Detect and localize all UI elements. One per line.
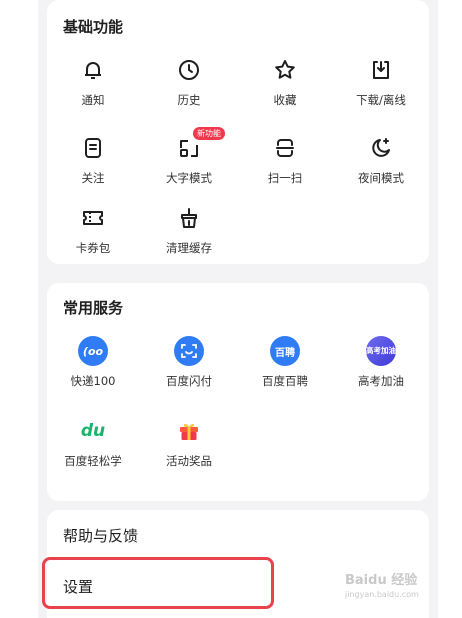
baidu-pay-icon <box>167 333 211 369</box>
follow-label: 关注 <box>81 171 105 185</box>
baidu-pay-item[interactable]: 百度闪付 <box>143 333 235 389</box>
baidu-baipin-icon: 百聘 <box>263 333 307 369</box>
notification-item[interactable]: 通知 <box>47 52 139 108</box>
bell-icon <box>71 52 115 88</box>
common-services-title: 常用服务 <box>63 299 124 317</box>
scan-item[interactable]: 扫一扫 <box>239 130 331 186</box>
gaokao-label: 高考加油 <box>358 374 404 388</box>
clock-icon <box>167 52 211 88</box>
new-feature-badge: 新功能 <box>193 127 225 140</box>
baidu-baipin-item[interactable]: 百聘 百度百聘 <box>239 333 331 389</box>
night-mode-label: 夜间模式 <box>358 171 404 185</box>
large-text-item[interactable]: 新功能 大字模式 <box>143 127 235 186</box>
watermark-url: jingyan.baidu.com <box>345 590 419 599</box>
baidu-learn-item[interactable]: du 百度轻松学 <box>47 413 139 469</box>
watermark-brand: Baidu 经验 <box>345 573 418 588</box>
clean-cache-label: 清理缓存 <box>166 241 212 255</box>
baidu-baipin-label: 百度百聘 <box>262 374 308 388</box>
basic-functions-card: 基础功能 通知 历史 收藏 下载/离线 关注 新功能 大字模式 扫一扫 夜间模式… <box>47 0 429 264</box>
history-label: 历史 <box>177 93 201 107</box>
gift-icon <box>167 413 211 449</box>
coupon-label: 卡券包 <box>75 241 111 255</box>
baidu-learn-icon: du <box>80 421 106 441</box>
notification-label: 通知 <box>81 93 105 107</box>
phone-screen: 基础功能 通知 历史 收藏 下载/离线 关注 新功能 大字模式 扫一扫 夜间模式… <box>38 0 438 618</box>
baidu-pay-label: 百度闪付 <box>166 374 212 388</box>
common-services-card: 常用服务 (oo 快递100 百度闪付 百聘 百度百聘 高考加油 高考加油 du… <box>47 283 429 501</box>
baidu-learn-label: 百度轻松学 <box>64 454 122 468</box>
night-mode-icon <box>359 130 403 166</box>
clean-cache-icon <box>167 200 211 236</box>
help-feedback-item[interactable]: 帮助与反馈 <box>63 525 138 546</box>
watermark: Baidu 经验 jingyan.baidu.com <box>345 574 419 602</box>
night-mode-item[interactable]: 夜间模式 <box>335 130 427 186</box>
download-icon <box>359 52 403 88</box>
download-label: 下载/离线 <box>356 93 406 107</box>
large-text-label: 大字模式 <box>166 171 212 185</box>
kuaidi100-item[interactable]: (oo 快递100 <box>47 333 139 389</box>
favorites-label: 收藏 <box>273 93 297 107</box>
star-icon <box>263 52 307 88</box>
settings-highlight-box <box>42 557 274 609</box>
history-item[interactable]: 历史 <box>143 52 235 108</box>
gift-item[interactable]: 活动奖品 <box>143 413 235 469</box>
follow-icon <box>71 130 115 166</box>
download-item[interactable]: 下载/离线 <box>335 52 427 108</box>
kuaidi100-icon: (oo <box>71 333 115 369</box>
coupon-icon <box>71 200 115 236</box>
scan-icon <box>263 130 307 166</box>
kuaidi100-label: 快递100 <box>70 374 116 388</box>
large-text-icon: 新功能 <box>167 127 225 166</box>
scan-label: 扫一扫 <box>267 171 303 185</box>
coupon-item[interactable]: 卡券包 <box>47 200 139 256</box>
gaokao-item[interactable]: 高考加油 高考加油 <box>335 333 427 389</box>
clean-cache-item[interactable]: 清理缓存 <box>143 200 235 256</box>
gaokao-icon: 高考加油 <box>359 333 403 369</box>
follow-item[interactable]: 关注 <box>47 130 139 186</box>
basic-functions-title: 基础功能 <box>63 18 124 36</box>
favorites-item[interactable]: 收藏 <box>239 52 331 108</box>
gift-label: 活动奖品 <box>166 454 212 468</box>
